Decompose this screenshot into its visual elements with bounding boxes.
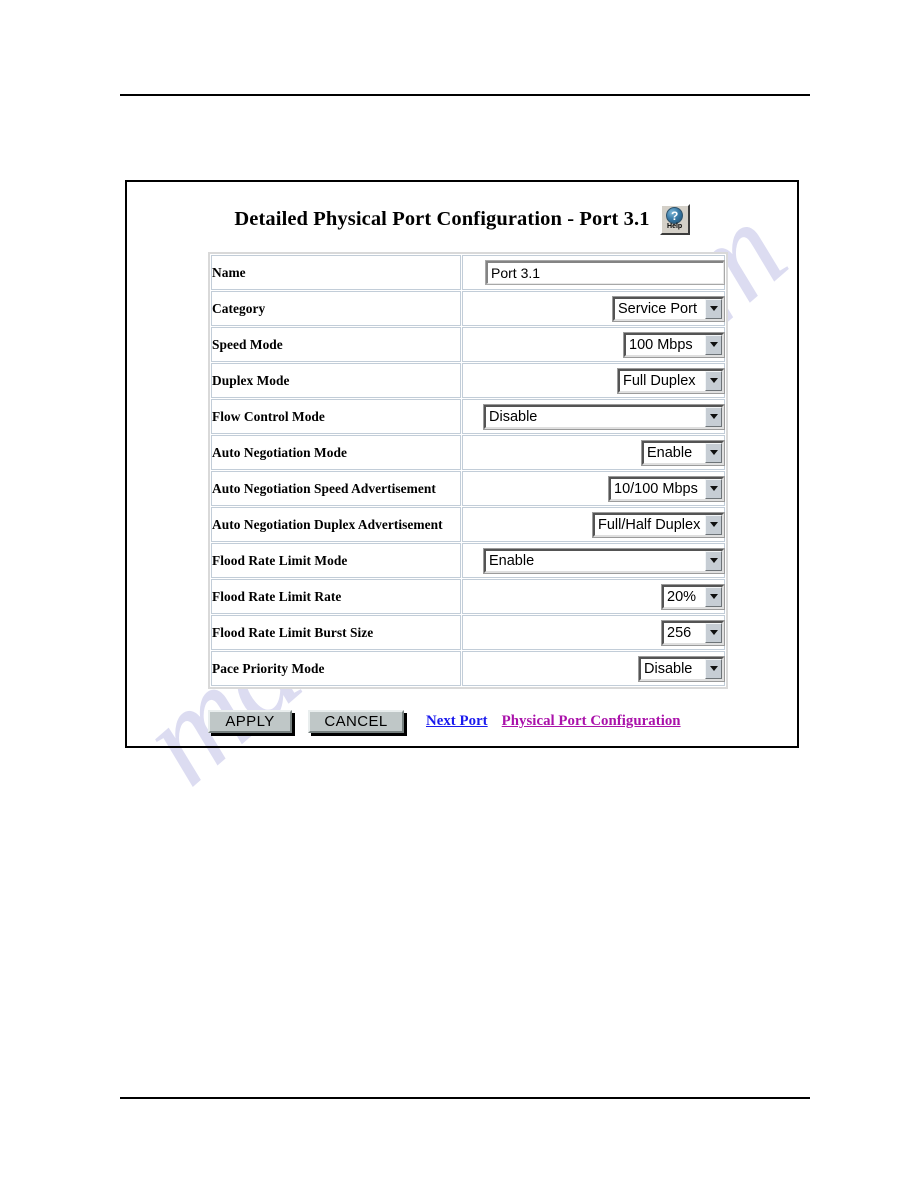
- row-label-flood-rate-limit-burst-size: Flood Rate Limit Burst Size: [211, 615, 461, 650]
- name-input[interactable]: Port 3.1: [485, 260, 725, 285]
- speed-mode-select-value: 100 Mbps: [629, 336, 693, 353]
- flow-control-mode-select-value: Disable: [489, 408, 538, 425]
- page-rule-bottom: [120, 1097, 810, 1099]
- row-label-duplex-mode: Duplex Mode: [211, 363, 461, 398]
- flood-rate-limit-burst-size-select-value: 256: [667, 624, 692, 641]
- row-label-speed-mode: Speed Mode: [211, 327, 461, 362]
- auto-negotiation-mode-select-value: Enable: [647, 444, 693, 461]
- flood-rate-limit-mode-select[interactable]: Enable: [483, 547, 725, 574]
- row-value-pace-priority-mode: Disable: [461, 651, 725, 686]
- table-row: Auto Negotiation Duplex Advertisement Fu…: [211, 507, 725, 542]
- row-label-name: Name: [211, 255, 461, 290]
- row-label-pace-priority-mode: Pace Priority Mode: [211, 651, 461, 686]
- chevron-down-icon[interactable]: [705, 514, 722, 535]
- flood-rate-limit-burst-size-select[interactable]: 256: [661, 619, 725, 646]
- footer-actions: APPLY CANCEL Next Port Physical Port Con…: [208, 710, 768, 733]
- chevron-down-icon[interactable]: [705, 478, 722, 499]
- row-label-auto-negotiation-duplex-advertisement: Auto Negotiation Duplex Advertisement: [211, 507, 461, 542]
- physical-port-configuration-link[interactable]: Physical Port Configuration: [502, 713, 681, 730]
- chevron-down-icon[interactable]: [705, 586, 722, 607]
- flood-rate-limit-mode-select-value: Enable: [489, 552, 535, 569]
- table-row: Flood Rate Limit Rate 20%: [211, 579, 725, 614]
- row-label-flood-rate-limit-mode: Flood Rate Limit Mode: [211, 543, 461, 578]
- table-row: Category Service Port: [211, 291, 725, 326]
- chevron-down-icon[interactable]: [705, 658, 722, 679]
- speed-mode-select[interactable]: 100 Mbps: [623, 331, 725, 358]
- pace-priority-mode-select[interactable]: Disable: [638, 655, 725, 682]
- duplex-mode-select-value: Full Duplex: [623, 372, 696, 389]
- row-label-auto-negotiation-speed-advertisement: Auto Negotiation Speed Advertisement: [211, 471, 461, 506]
- chevron-down-icon[interactable]: [705, 298, 722, 319]
- table-row: Auto Negotiation Mode Enable: [211, 435, 725, 470]
- page-rule-top: [120, 94, 810, 96]
- row-value-duplex-mode: Full Duplex: [461, 363, 725, 398]
- table-row: Flood Rate Limit Burst Size 256: [211, 615, 725, 650]
- auto-negotiation-duplex-advertisement-select[interactable]: Full/Half Duplex: [592, 511, 725, 538]
- port-configuration-table: Name Port 3.1 Category Service Port Spee…: [208, 252, 728, 689]
- table-row: Auto Negotiation Speed Advertisement 10/…: [211, 471, 725, 506]
- category-select-value: Service Port: [618, 300, 697, 317]
- chevron-down-icon[interactable]: [705, 406, 722, 427]
- flood-rate-limit-rate-select[interactable]: 20%: [661, 583, 725, 610]
- chevron-down-icon[interactable]: [705, 550, 722, 571]
- question-mark-icon: ?: [666, 207, 684, 224]
- row-value-auto-negotiation-duplex-advertisement: Full/Half Duplex: [461, 507, 725, 542]
- row-label-flow-control-mode: Flow Control Mode: [211, 399, 461, 434]
- table-row: Flow Control Mode Disable: [211, 399, 725, 434]
- auto-negotiation-speed-advertisement-select-value: 10/100 Mbps: [614, 480, 698, 497]
- row-value-flow-control-mode: Disable: [461, 399, 725, 434]
- auto-negotiation-duplex-advertisement-select-value: Full/Half Duplex: [598, 516, 701, 533]
- chevron-down-icon[interactable]: [705, 370, 722, 391]
- auto-negotiation-speed-advertisement-select[interactable]: 10/100 Mbps: [608, 475, 725, 502]
- table-body: Name Port 3.1 Category Service Port Spee…: [211, 255, 725, 686]
- row-value-auto-negotiation-speed-advertisement: 10/100 Mbps: [461, 471, 725, 506]
- table-row: Pace Priority Mode Disable: [211, 651, 725, 686]
- row-value-speed-mode: 100 Mbps: [461, 327, 725, 362]
- row-value-flood-rate-limit-burst-size: 256: [461, 615, 725, 650]
- pace-priority-mode-select-value: Disable: [644, 660, 693, 677]
- table-row: Flood Rate Limit Mode Enable: [211, 543, 725, 578]
- row-value-name: Port 3.1: [461, 255, 725, 290]
- help-button-label: Help: [667, 223, 683, 230]
- figure-frame: Detailed Physical Port Configuration - P…: [125, 180, 799, 748]
- row-value-flood-rate-limit-mode: Enable: [461, 543, 725, 578]
- table-row: Speed Mode 100 Mbps: [211, 327, 725, 362]
- chevron-down-icon[interactable]: [705, 442, 722, 463]
- table-row: Name Port 3.1: [211, 255, 725, 290]
- row-label-auto-negotiation-mode: Auto Negotiation Mode: [211, 435, 461, 470]
- row-label-category: Category: [211, 291, 461, 326]
- flow-control-mode-select[interactable]: Disable: [483, 403, 725, 430]
- title-row: Detailed Physical Port Configuration - P…: [127, 204, 797, 235]
- flood-rate-limit-rate-select-value: 20%: [667, 588, 697, 605]
- page-title: Detailed Physical Port Configuration - P…: [234, 208, 650, 230]
- duplex-mode-select[interactable]: Full Duplex: [617, 367, 725, 394]
- row-label-flood-rate-limit-rate: Flood Rate Limit Rate: [211, 579, 461, 614]
- help-button[interactable]: ? Help: [659, 204, 690, 235]
- chevron-down-icon[interactable]: [705, 622, 722, 643]
- auto-negotiation-mode-select[interactable]: Enable: [641, 439, 725, 466]
- cancel-button[interactable]: CANCEL: [308, 710, 404, 733]
- next-port-link[interactable]: Next Port: [426, 713, 488, 730]
- apply-button[interactable]: APPLY: [208, 710, 292, 733]
- row-value-category: Service Port: [461, 291, 725, 326]
- category-select[interactable]: Service Port: [612, 295, 725, 322]
- chevron-down-icon[interactable]: [705, 334, 722, 355]
- row-value-auto-negotiation-mode: Enable: [461, 435, 725, 470]
- table-row: Duplex Mode Full Duplex: [211, 363, 725, 398]
- row-value-flood-rate-limit-rate: 20%: [461, 579, 725, 614]
